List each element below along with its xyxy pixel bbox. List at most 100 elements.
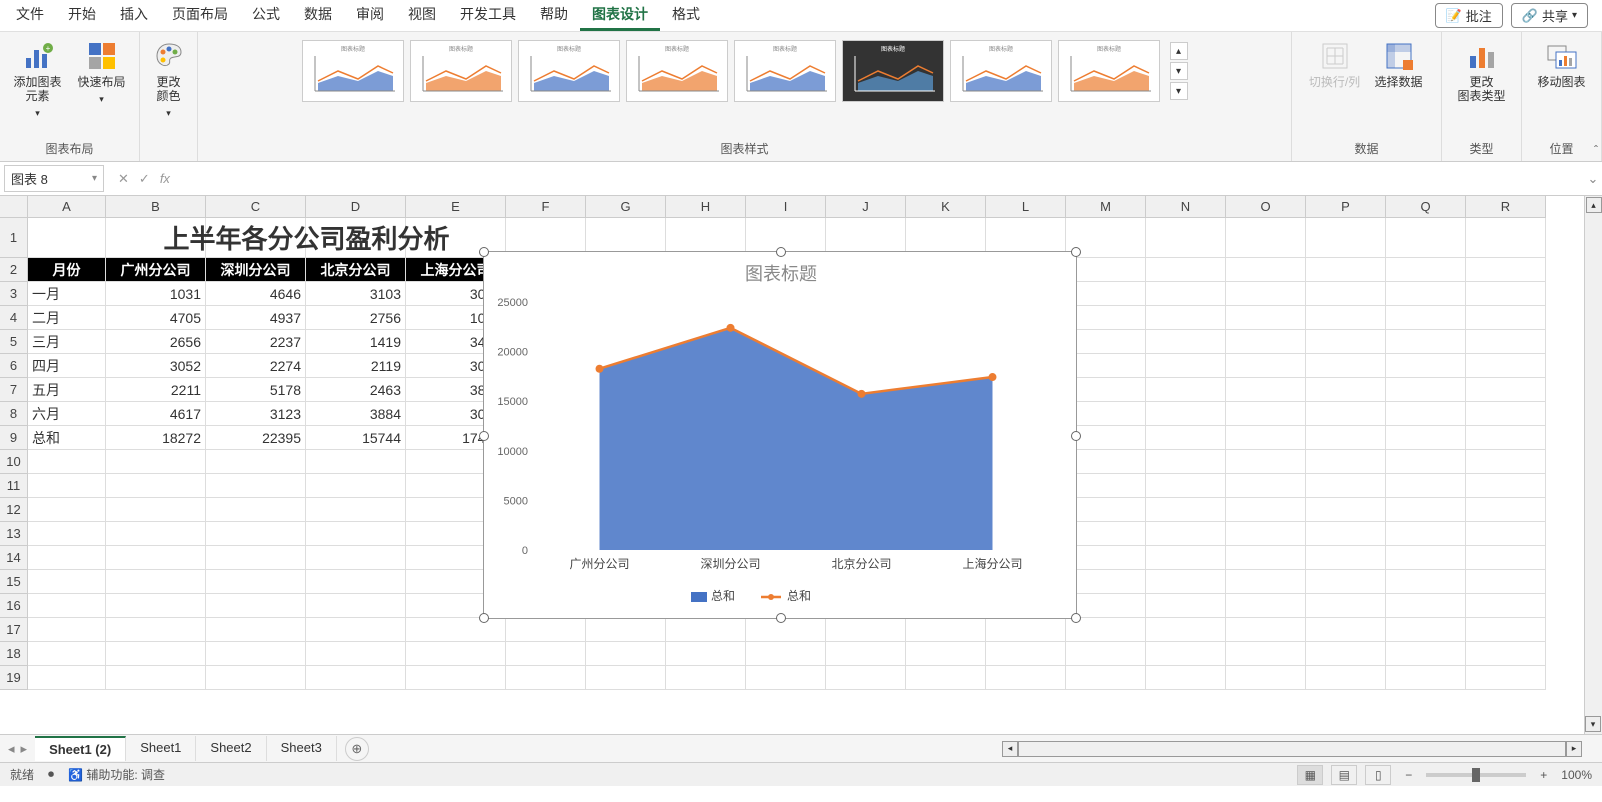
col-header-H[interactable]: H [666,196,746,218]
scroll-up-button[interactable]: ▴ [1586,197,1602,213]
col-header-D[interactable]: D [306,196,406,218]
zoom-out-button[interactable]: − [1399,768,1418,782]
data-cell-4-2[interactable]: 5178 [206,378,306,402]
cell-Q15[interactable] [1386,570,1466,594]
data-cell-4-0[interactable]: 五月 [28,378,106,402]
col-header-G[interactable]: G [586,196,666,218]
cell-O6[interactable] [1226,354,1306,378]
cell-D12[interactable] [306,498,406,522]
cell-M2[interactable] [1066,258,1146,282]
cell-J19[interactable] [826,666,906,690]
data-cell-3-0[interactable]: 四月 [28,354,106,378]
cell-O8[interactable] [1226,402,1306,426]
chart-style-7[interactable]: 图表标题 [950,40,1052,102]
cell-B19[interactable] [106,666,206,690]
data-cell-6-0[interactable]: 总和 [28,426,106,450]
cell-D15[interactable] [306,570,406,594]
cell-A10[interactable] [28,450,106,474]
cell-J17[interactable] [826,618,906,642]
cell-M14[interactable] [1066,546,1146,570]
cell-Q11[interactable] [1386,474,1466,498]
cell-N13[interactable] [1146,522,1226,546]
col-header-O[interactable]: O [1226,196,1306,218]
cell-O3[interactable] [1226,282,1306,306]
fx-icon[interactable]: fx [160,171,170,186]
cell-P1[interactable] [1306,218,1386,258]
cell-Q2[interactable] [1386,258,1466,282]
cell-P3[interactable] [1306,282,1386,306]
chart-style-5[interactable]: 图表标题 [734,40,836,102]
move-chart-button[interactable]: 移动图表 [1532,36,1592,93]
cell-A13[interactable] [28,522,106,546]
row-header-1[interactable]: 1 [0,218,28,258]
col-header-L[interactable]: L [986,196,1066,218]
cell-C11[interactable] [206,474,306,498]
cell-I17[interactable] [746,618,826,642]
zoom-in-button[interactable]: + [1534,768,1553,782]
cell-C13[interactable] [206,522,306,546]
data-cell-6-3[interactable]: 15744 [306,426,406,450]
cell-R4[interactable] [1466,306,1546,330]
tab-nav-next[interactable]: ▸ [21,741,28,757]
cell-N19[interactable] [1146,666,1226,690]
cell-H18[interactable] [666,642,746,666]
cell-Q10[interactable] [1386,450,1466,474]
cell-K19[interactable] [906,666,986,690]
cell-M10[interactable] [1066,450,1146,474]
cancel-icon[interactable]: ✕ [118,171,129,187]
menu-帮助[interactable]: 帮助 [528,0,580,31]
cell-O13[interactable] [1226,522,1306,546]
cell-P2[interactable] [1306,258,1386,282]
styles-up-button[interactable]: ▴ [1170,42,1188,60]
cell-A12[interactable] [28,498,106,522]
header-cell-2[interactable]: 深圳分公司 [206,258,306,282]
resize-handle-sw[interactable] [479,613,489,623]
sheet-tab-0[interactable]: Sheet1 (2) [35,736,126,761]
add-chart-element-button[interactable]: + 添加图表 元素▾ [8,36,68,124]
cell-L18[interactable] [986,642,1066,666]
chart-style-3[interactable]: 图表标题 [518,40,620,102]
cell-Q12[interactable] [1386,498,1466,522]
collapse-ribbon-button[interactable]: ˆ [1594,143,1598,157]
cell-P17[interactable] [1306,618,1386,642]
cell-M11[interactable] [1066,474,1146,498]
cell-R13[interactable] [1466,522,1546,546]
cell-N16[interactable] [1146,594,1226,618]
tab-nav-prev[interactable]: ◂ [8,741,15,757]
cell-R7[interactable] [1466,378,1546,402]
cell-A16[interactable] [28,594,106,618]
menu-图表设计[interactable]: 图表设计 [580,0,660,31]
col-header-Q[interactable]: Q [1386,196,1466,218]
cell-R12[interactable] [1466,498,1546,522]
cell-N3[interactable] [1146,282,1226,306]
scroll-down-button[interactable]: ▾ [1585,716,1601,732]
data-cell-0-1[interactable]: 1031 [106,282,206,306]
header-cell-1[interactable]: 广州分公司 [106,258,206,282]
cell-O18[interactable] [1226,642,1306,666]
menu-文件[interactable]: 文件 [4,0,56,31]
cell-B18[interactable] [106,642,206,666]
data-cell-5-2[interactable]: 3123 [206,402,306,426]
cell-N2[interactable] [1146,258,1226,282]
menu-开发工具[interactable]: 开发工具 [448,0,528,31]
data-cell-1-1[interactable]: 4705 [106,306,206,330]
cell-O7[interactable] [1226,378,1306,402]
cell-N14[interactable] [1146,546,1226,570]
data-cell-6-1[interactable]: 18272 [106,426,206,450]
chart-style-2[interactable]: 图表标题 [410,40,512,102]
cell-N17[interactable] [1146,618,1226,642]
cell-C14[interactable] [206,546,306,570]
row-header-5[interactable]: 5 [0,330,28,354]
col-header-C[interactable]: C [206,196,306,218]
cell-B11[interactable] [106,474,206,498]
data-cell-1-0[interactable]: 二月 [28,306,106,330]
row-header-14[interactable]: 14 [0,546,28,570]
chart-style-4[interactable]: 图表标题 [626,40,728,102]
sheet-tab-1[interactable]: Sheet1 [126,736,196,761]
menu-数据[interactable]: 数据 [292,0,344,31]
data-cell-5-1[interactable]: 4617 [106,402,206,426]
formula-input[interactable] [180,167,1584,190]
cell-O5[interactable] [1226,330,1306,354]
row-header-16[interactable]: 16 [0,594,28,618]
cell-B15[interactable] [106,570,206,594]
